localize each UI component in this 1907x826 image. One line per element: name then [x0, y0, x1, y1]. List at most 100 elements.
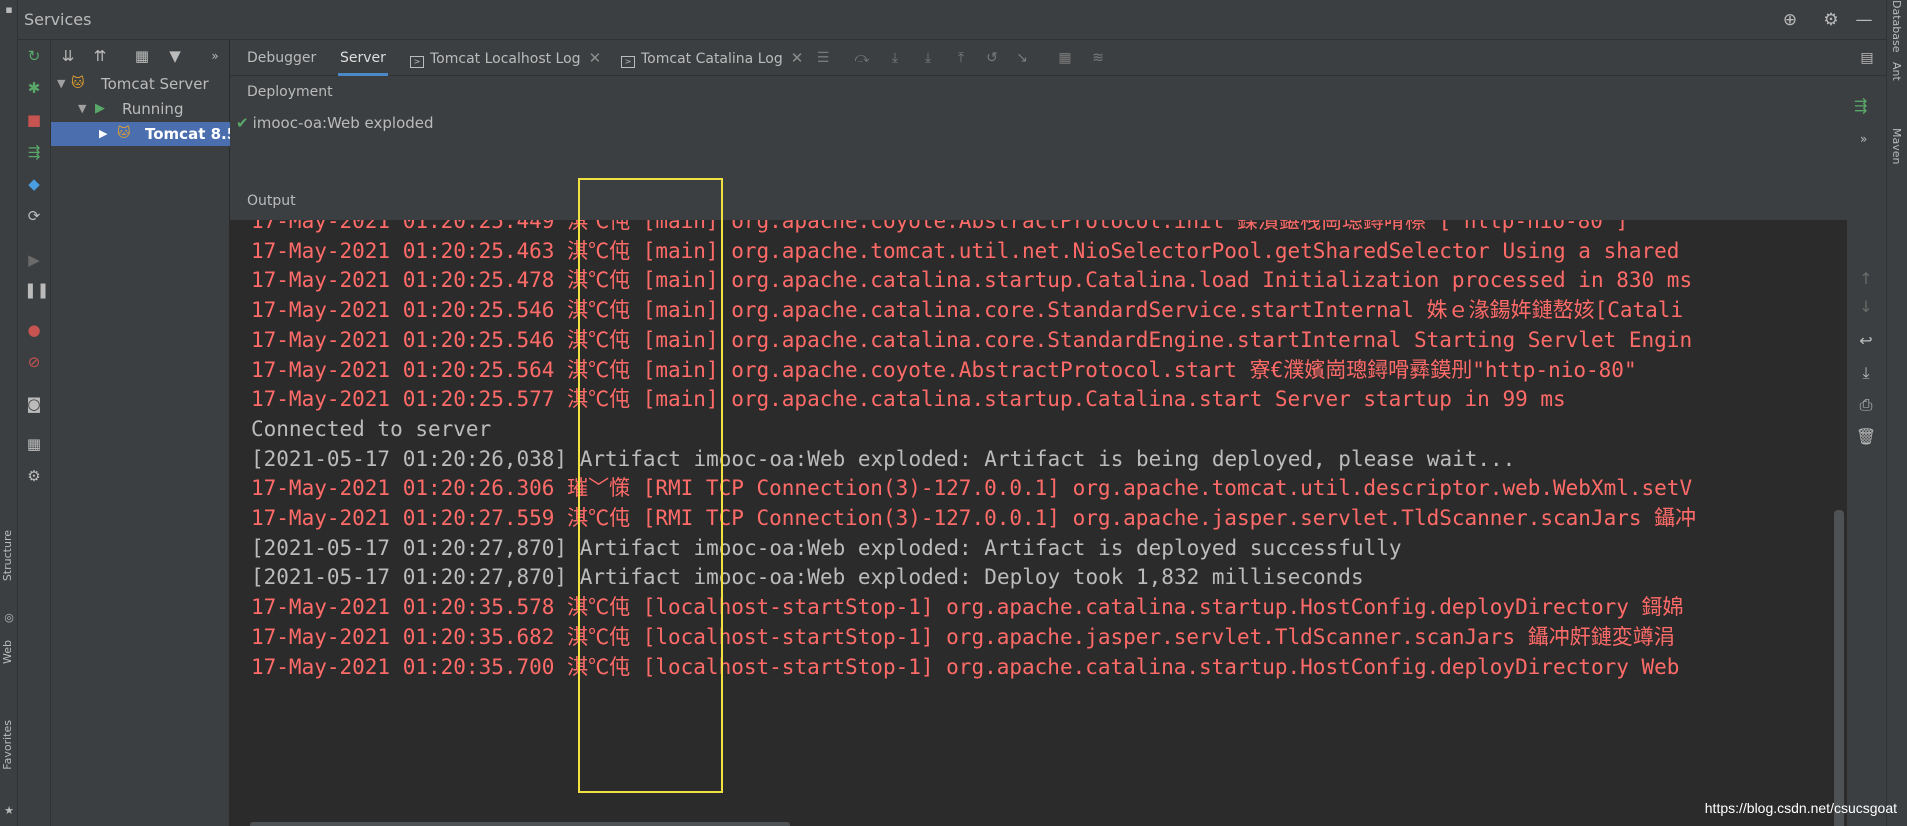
- tree-item-label: Tomcat 8.5: [145, 125, 230, 143]
- window-title: Services: [24, 10, 92, 29]
- expand-all-icon[interactable]: ⇊: [57, 45, 79, 67]
- stop-icon[interactable]: ■: [24, 110, 44, 130]
- trash-icon[interactable]: 🗑: [1855, 426, 1877, 448]
- console-line: 17-May-2021 01:20:25.546 淇℃伅 [main] org.…: [251, 327, 1693, 352]
- scroll-down-icon[interactable]: ↓: [1855, 296, 1877, 318]
- evaluate-icon[interactable]: ▦: [1055, 48, 1075, 68]
- collapse-all-icon[interactable]: ⇈: [89, 45, 111, 67]
- console-line: 17-May-2021 01:20:25.577 淇℃伅 [main] org.…: [251, 387, 1566, 412]
- force-step-into-icon[interactable]: ⤓: [918, 48, 938, 68]
- deploy-icon[interactable]: ⇶: [24, 142, 44, 162]
- side-tab-ant[interactable]: Ant: [1890, 62, 1903, 81]
- console-line: [2021-05-17 01:20:27,870] Artifact imooc…: [251, 535, 1402, 560]
- deployment-label: Deployment: [247, 84, 333, 100]
- globe-icon[interactable]: ⊕: [1779, 9, 1801, 31]
- run-icon: ▶: [95, 101, 105, 116]
- camera-icon[interactable]: ◙: [24, 394, 44, 414]
- tab-server[interactable]: Server: [338, 40, 388, 76]
- console-line: [2021-05-17 01:20:27,870] Artifact imooc…: [251, 565, 1364, 590]
- tomcat-icon: 🐱: [71, 76, 85, 91]
- step-over-icon[interactable]: ⤼: [852, 48, 872, 68]
- restart-icon[interactable]: ⟳: [24, 206, 44, 226]
- deployment-item-label: imooc-oa:Web exploded: [252, 114, 434, 132]
- console-line: 17-May-2021 01:20:25.463 淇℃伅 [main] org.…: [251, 238, 1680, 263]
- pause-icon[interactable]: ❚❚: [24, 280, 49, 300]
- side-tab-database[interactable]: Database: [1890, 0, 1903, 53]
- tab-tomcat-catalina-log[interactable]: > Tomcat Catalina Log ✕: [621, 40, 803, 76]
- console-toolbar: ↑ ↓ ↩ ⤓ ⎙ 🗑: [1847, 220, 1886, 826]
- services-toolbar: ↻ ✱ ■ ⇶ ◆ ⟳ ▶ ❚❚ ● ⊘ ◙ ▦ ⚙: [18, 40, 51, 826]
- minimize-icon[interactable]: —: [1853, 9, 1875, 31]
- chevron-down-icon[interactable]: ▼: [78, 97, 86, 121]
- chevron-down-icon[interactable]: ▼: [57, 72, 65, 96]
- tab-label: Debugger: [247, 50, 317, 66]
- console-line: 17-May-2021 01:20:35.578 淇℃伅 [localhost-…: [251, 595, 1684, 620]
- services-title-bar: Services ⊕ ⚙ —: [18, 0, 1886, 40]
- console-line: 17-May-2021 01:20:35.700 淇℃伅 [localhost-…: [251, 654, 1680, 679]
- refresh-icon[interactable]: ↻: [24, 46, 44, 66]
- side-tab-maven[interactable]: Maven: [1890, 128, 1903, 164]
- console-icon: >: [621, 56, 635, 68]
- resume-icon[interactable]: ▶: [24, 250, 44, 270]
- console-line: 17-May-2021 01:20:26.306 璀﹀憡 [RMI TCP Co…: [251, 476, 1693, 501]
- layout-icon[interactable]: ▤: [1857, 48, 1877, 68]
- more-icon[interactable]: »: [1860, 132, 1867, 146]
- side-tab-favorites[interactable]: Favorites: [1, 720, 17, 770]
- tree-item-label: Tomcat Server: [101, 75, 209, 93]
- tab-debugger[interactable]: Debugger: [247, 40, 316, 76]
- console-line: 17-May-2021 01:20:35.682 淇℃伅 [localhost-…: [251, 624, 1675, 649]
- gear-icon[interactable]: ⚙: [1820, 9, 1842, 31]
- services-tree-panel: ⇊ ⇈ ▦ ▼ » ▼ 🐱 Tomcat Server ▼ ▶ Running …: [51, 40, 230, 826]
- group-icon[interactable]: ▦: [131, 45, 153, 67]
- console-line: 17-May-2021 01:20:25.546 淇℃伅 [main] org.…: [251, 298, 1684, 323]
- console-line: 17-May-2021 01:20:25.449 淇℃伅 [main] org.…: [251, 220, 1629, 233]
- drop-frame-icon[interactable]: ↺: [982, 48, 1002, 68]
- close-icon[interactable]: ✕: [791, 49, 804, 67]
- breakpoints-icon[interactable]: ●: [24, 320, 44, 340]
- settings-icon[interactable]: ⚙: [24, 466, 44, 486]
- tab-label: Tomcat Localhost Log: [430, 51, 581, 67]
- chevron-right-icon[interactable]: ▶: [99, 122, 107, 146]
- console-line: [2021-05-17 01:20:26,038] Artifact imooc…: [251, 446, 1516, 471]
- server-panel: Debugger Server > Tomcat Localhost Log ✕ >…: [230, 40, 1886, 826]
- tree-item-running[interactable]: ▼ ▶ Running: [51, 97, 230, 121]
- console-line: Connected to server: [251, 416, 492, 441]
- step-into-icon[interactable]: ⤓: [885, 48, 905, 68]
- menu-icon[interactable]: ☰: [813, 48, 833, 68]
- console-line: 17-May-2021 01:20:27.559 淇℃伅 [RMI TCP Co…: [251, 506, 1697, 530]
- close-icon[interactable]: ✕: [589, 49, 602, 67]
- horizontal-scrollbar[interactable]: [250, 822, 790, 826]
- more-icon[interactable]: »: [204, 45, 226, 67]
- trace-icon[interactable]: ≋: [1088, 48, 1108, 68]
- tab-tomcat-localhost-log[interactable]: > Tomcat Localhost Log ✕: [410, 40, 601, 76]
- vertical-scrollbar[interactable]: [1834, 510, 1844, 826]
- tree-item-tomcat-server[interactable]: ▼ 🐱 Tomcat Server: [51, 72, 230, 96]
- filter-icon[interactable]: ▼: [164, 45, 186, 67]
- star-icon: ★: [4, 804, 14, 817]
- artifact-icon[interactable]: ◆: [24, 174, 44, 194]
- side-tab-web[interactable]: Web: [1, 640, 17, 664]
- console-line: 17-May-2021 01:20:25.478 淇℃伅 [main] org.…: [251, 268, 1693, 293]
- mute-breakpoints-icon[interactable]: ⊘: [24, 352, 44, 372]
- output-console[interactable]: 17-May-2021 01:20:25.449 淇℃伅 [main] org.…: [230, 220, 1847, 826]
- soft-wrap-icon[interactable]: ↩: [1855, 330, 1877, 352]
- layout-icon[interactable]: ▦: [24, 434, 44, 454]
- tab-label: Tomcat Catalina Log: [641, 51, 783, 67]
- scroll-to-end-icon[interactable]: ⤓: [1855, 362, 1877, 384]
- side-tab-structure[interactable]: Structure: [1, 530, 17, 581]
- deploy-artifact-icon[interactable]: ⇶: [1854, 96, 1867, 115]
- tab-label: Server: [340, 50, 386, 66]
- folder-icon[interactable]: ▪: [3, 4, 15, 16]
- run-to-cursor-icon[interactable]: ↘: [1012, 48, 1032, 68]
- tree-toolbar: ⇊ ⇈ ▦ ▼ »: [51, 40, 230, 72]
- watermark: https://blog.csdn.net/csucsgoat: [1704, 800, 1897, 816]
- print-icon[interactable]: ⎙: [1855, 394, 1877, 416]
- debug-icon[interactable]: ✱: [24, 78, 44, 98]
- tomcat-icon: 🐱: [117, 126, 131, 141]
- tree-item-tomcat-85[interactable]: ▶ 🐱 Tomcat 8.5: [51, 122, 230, 146]
- deployment-item[interactable]: ✔ imooc-oa:Web exploded: [236, 114, 434, 132]
- console-icon: >: [410, 56, 424, 68]
- scroll-up-icon[interactable]: ↑: [1855, 268, 1877, 290]
- console-line: 17-May-2021 01:20:25.564 淇℃伅 [main] org.…: [251, 357, 1637, 382]
- step-out-icon[interactable]: ⤒: [951, 48, 971, 68]
